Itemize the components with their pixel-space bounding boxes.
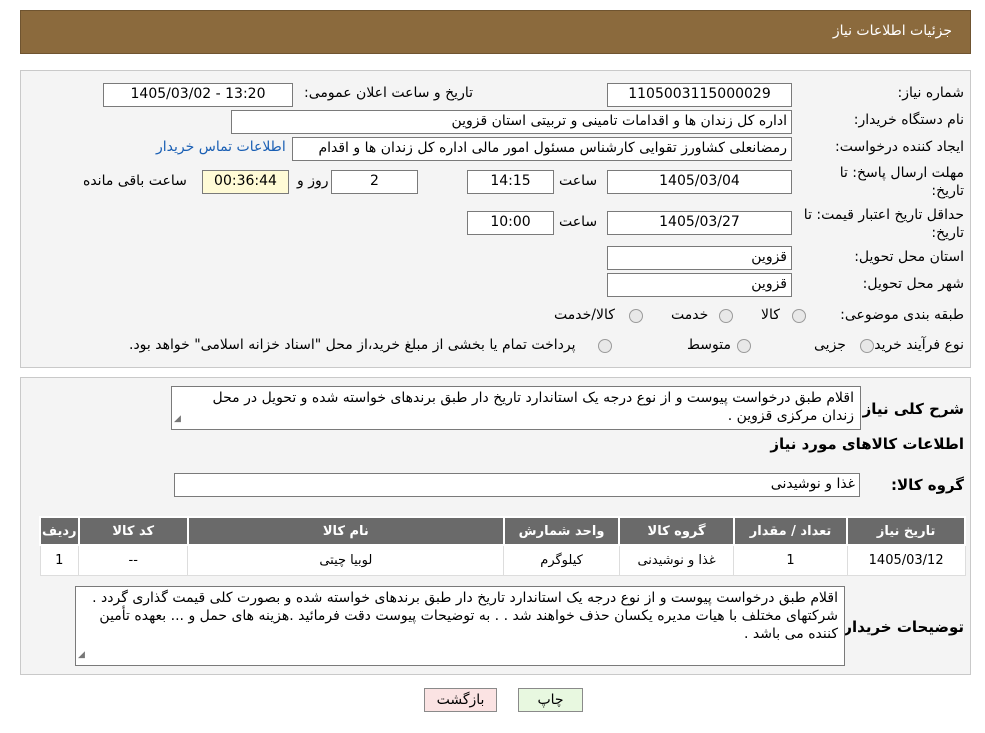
buyer-field[interactable]: اداره کل زندان ها و اقدامات تامینی و ترب… <box>231 110 792 134</box>
validity-time-field[interactable]: 10:00 <box>467 211 554 235</box>
summary-label: شرح کلی نیاز: <box>856 400 964 418</box>
summary-text: اقلام طبق درخواست پیوست و از نوع درجه یک… <box>212 390 854 424</box>
process-note: پرداخت تمام یا بخشی از مبلغ خرید،از محل … <box>129 337 576 353</box>
page-header: جزئیات اطلاعات نیاز <box>20 10 971 54</box>
deadline-time-label: ساعت <box>559 173 598 189</box>
validity-label-line1: حداقل تاریخ اعتبار قیمت: تا <box>803 207 964 223</box>
remaining-time-field: 00:36:44 <box>202 170 289 194</box>
cell-unit: کیلوگرم <box>503 544 620 576</box>
creator-label: ایجاد کننده درخواست: <box>835 139 964 155</box>
province-label: استان محل تحویل: <box>854 249 964 265</box>
days-label: روز و <box>297 173 329 189</box>
group-label: گروه کالا: <box>891 476 964 494</box>
table-row[interactable]: 1 -- لوبیا چیتی کیلوگرم غذا و نوشیدنی 1 … <box>39 544 966 576</box>
days-field[interactable]: 2 <box>331 170 418 194</box>
summary-textarea[interactable]: اقلام طبق درخواست پیوست و از نوع درجه یک… <box>171 386 861 430</box>
validity-date-field[interactable]: 1405/03/27 <box>607 211 792 235</box>
process-label: نوع فرآیند خرید : <box>865 337 964 353</box>
process-radio-treasury[interactable] <box>598 339 612 353</box>
category-option-goods: کالا <box>761 307 780 323</box>
cell-group: غذا و نوشیدنی <box>618 544 735 576</box>
items-heading: اطلاعات کالاهای مورد نیاز <box>770 435 964 453</box>
deadline-label-line2: تاریخ: <box>931 183 964 199</box>
buyer-notes-text: اقلام طبق درخواست پیوست و از نوع درجه یک… <box>92 590 838 642</box>
process-radio-medium[interactable] <box>737 339 751 353</box>
category-label: طبقه بندی موضوعی: <box>840 307 964 323</box>
col-code: کد کالا <box>77 516 189 546</box>
validity-label-line2: تاریخ: <box>931 225 964 241</box>
cell-date: 1405/03/12 <box>846 544 966 576</box>
remaining-label: ساعت باقی مانده <box>83 173 187 189</box>
cell-qty: 1 <box>733 544 848 576</box>
request-info-panel: شماره نیاز: 1105003115000029 تاریخ و ساع… <box>20 70 971 368</box>
col-unit: واحد شمارش <box>502 516 621 546</box>
category-radio-goods[interactable] <box>792 309 806 323</box>
category-radio-goods-service[interactable] <box>629 309 643 323</box>
need-number-field[interactable]: 1105003115000029 <box>607 83 792 107</box>
page-title: جزئیات اطلاعات نیاز <box>832 23 952 39</box>
cell-name: لوبیا چیتی <box>187 544 505 576</box>
items-table: ردیف کد کالا نام کالا واحد شمارش گروه کا… <box>39 516 966 576</box>
need-details-panel: شرح کلی نیاز: اقلام طبق درخواست پیوست و … <box>20 377 971 675</box>
col-row: ردیف <box>39 516 80 546</box>
creator-field[interactable]: رمضانعلی کشاورز تقوایی کارشناس مسئول امو… <box>292 137 792 161</box>
need-number-label: شماره نیاز: <box>897 85 965 101</box>
buyer-label: نام دستگاه خریدار: <box>853 112 964 128</box>
buyer-notes-textarea[interactable]: اقلام طبق درخواست پیوست و از نوع درجه یک… <box>75 586 845 666</box>
deadline-label-line1: مهلت ارسال پاسخ: تا <box>839 165 964 181</box>
announce-datetime-field[interactable]: 1405/03/02 - 13:20 <box>103 83 293 107</box>
category-radio-service[interactable] <box>719 309 733 323</box>
resize-grip-icon[interactable]: ◢ <box>78 646 85 664</box>
resize-grip-icon[interactable]: ◢ <box>174 410 181 428</box>
province-field[interactable]: قزوین <box>607 246 792 270</box>
col-name: نام کالا <box>186 516 505 546</box>
process-radio-minor[interactable] <box>860 339 874 353</box>
buyer-notes-label: توضیحات خریدار: <box>837 618 964 636</box>
group-field[interactable]: غذا و نوشیدنی <box>174 473 860 497</box>
table-header-row: ردیف کد کالا نام کالا واحد شمارش گروه کا… <box>39 516 966 546</box>
col-qty: تعداد / مقدار <box>732 516 849 546</box>
city-field[interactable]: قزوین <box>607 273 792 297</box>
buyer-contact-link[interactable]: اطلاعات تماس خریدار <box>156 139 286 155</box>
process-option-medium: متوسط <box>687 337 731 353</box>
category-option-goods-service: کالا/خدمت <box>554 307 615 323</box>
print-button[interactable]: چاپ <box>518 688 583 712</box>
back-button[interactable]: بازگشت <box>424 688 497 712</box>
cell-row: 1 <box>39 544 80 576</box>
deadline-date-field[interactable]: 1405/03/04 <box>607 170 792 194</box>
announce-label: تاریخ و ساعت اعلان عمومی: <box>304 85 473 101</box>
col-date: تاریخ نیاز <box>846 516 966 546</box>
validity-time-label: ساعت <box>559 214 598 230</box>
category-option-service: خدمت <box>671 307 709 323</box>
process-option-minor: جزیی <box>814 337 846 353</box>
col-group: گروه کالا <box>618 516 735 546</box>
cell-code: -- <box>78 544 189 576</box>
city-label: شهر محل تحویل: <box>862 276 964 292</box>
deadline-time-field[interactable]: 14:15 <box>467 170 554 194</box>
